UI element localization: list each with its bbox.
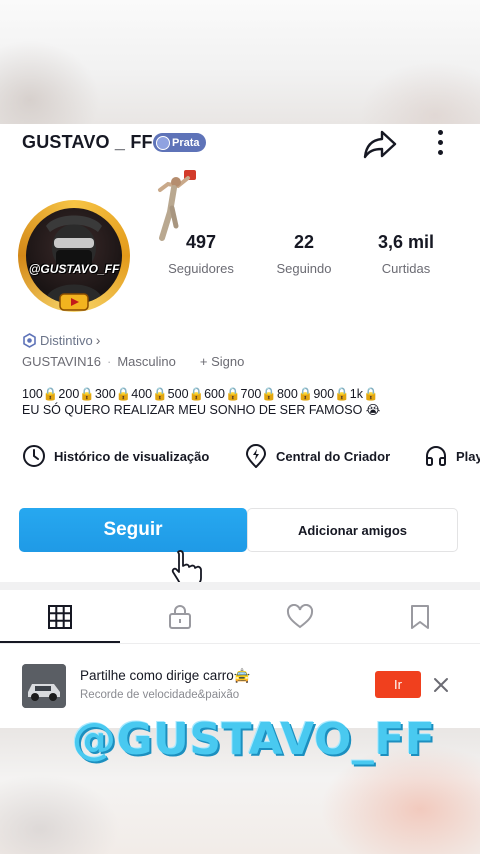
profile-meta-row: GUSTAVIN16 · Masculino + Signo [22,354,244,369]
tier-badge[interactable]: Prata [153,133,206,152]
close-icon[interactable] [432,672,450,698]
promo-thumbnail [22,664,66,708]
follow-button[interactable]: Seguir [19,508,247,552]
share-button[interactable] [362,127,398,161]
section-divider [0,582,480,590]
stat-followers[interactable]: 497 Seguidores [166,232,236,276]
tool-playlist[interactable]: Play [424,442,480,470]
play-logo-icon [59,293,89,311]
badge-label: Prata [172,136,200,149]
followers-label: Seguidores [168,261,234,276]
avatar-overlay-text: @GUSTAVO_FF [28,262,120,276]
bio-line: EU SÓ QUERO REALIZAR MEU SONHO DE SER FA… [22,403,381,417]
promo-subtitle: Recorde de velocidade&paixão [80,689,240,701]
likes-label: Curtidas [381,261,431,276]
heart-icon [286,604,314,629]
avatar[interactable]: @GUSTAVO_FF [18,200,130,312]
car-thumbnail-icon [22,664,66,708]
tab-liked[interactable] [240,590,360,644]
more-dot [437,150,443,155]
avatar-character-icon [44,215,104,304]
distintivo-hexagon-icon [23,332,36,348]
tool-label: Central do Criador [276,448,391,464]
followers-count: 497 [185,232,217,252]
tool-label: Play [456,448,480,464]
creator-tools-row: Histórico de visualização Central do Cri… [22,442,480,470]
chevron-right-icon: › [95,332,101,348]
profile-card: GUSTAVO _ FF Prata @GUSTAVO_FF 497 Segui… [0,124,480,728]
profile-username: GUSTAVO _ FF [22,132,153,152]
watermark-text: @GUSTAVO_FF [72,714,436,765]
avatar-image [26,208,122,304]
tool-label: Histórico de visualização [54,448,210,464]
badge-icon [156,135,170,150]
share-arrow-icon [363,130,397,159]
clock-icon [23,445,45,467]
distintivo-link[interactable]: Distintivo › [22,332,100,348]
grid-icon [48,605,72,629]
following-count: 22 [293,232,315,252]
profile-gender: Masculino [117,354,176,369]
active-tab-indicator [0,641,120,643]
bio-line: 100🔒200🔒300🔒400🔒500🔒600🔒700🔒800🔒900🔒1k🔒 [22,387,379,401]
likes-count: 3,6 mil [377,232,435,252]
stat-likes[interactable]: 3,6 mil Curtidas [368,232,444,276]
add-friends-button[interactable]: Adicionar amigos [247,508,458,552]
profile-bio: 100🔒200🔒300🔒400🔒500🔒600🔒700🔒800🔒900🔒1k🔒 … [22,386,462,418]
tool-creator-center[interactable]: Central do Criador [244,442,390,470]
tool-watch-history[interactable]: Histórico de visualização [22,442,209,470]
more-dot [437,140,443,145]
add-sign-button[interactable]: + Signo [200,354,244,369]
promo-go-button[interactable]: Ir [375,671,421,698]
bookmark-icon [411,605,429,629]
profile-handle: GUSTAVIN16 [22,354,101,369]
more-options-button[interactable] [426,128,454,160]
content-tabs [0,590,480,644]
meta-separator: · [106,354,112,369]
tab-videos[interactable] [0,590,120,644]
headphones-icon [426,446,446,466]
stat-following[interactable]: 22 Seguindo [268,232,340,276]
promo-title: Partilhe como dirige carro🚖 [80,668,251,683]
tab-private[interactable] [120,590,240,644]
following-label: Seguindo [276,261,332,276]
distintivo-label: Distintivo [40,332,93,348]
tab-saved[interactable] [360,590,480,644]
lock-icon [169,605,191,629]
lightning-pin-icon [245,444,267,468]
blurred-background-top [0,0,480,124]
more-dot [437,130,443,135]
